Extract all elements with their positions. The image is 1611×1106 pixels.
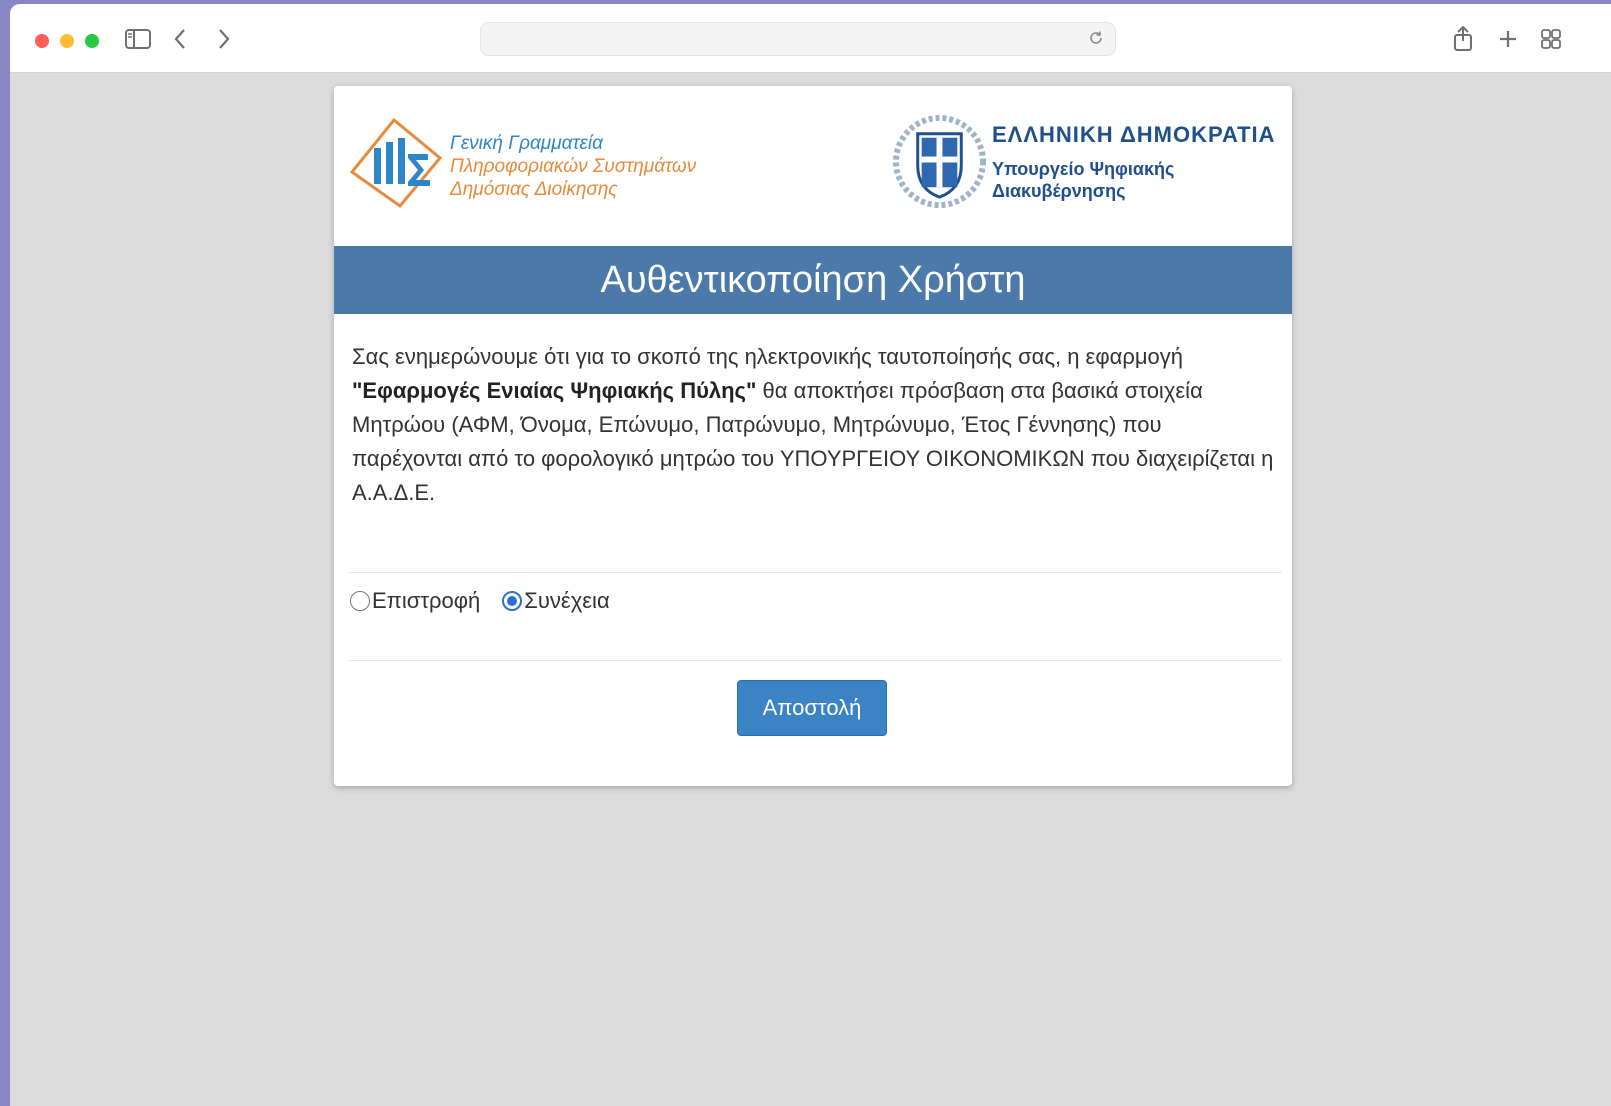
choice-return[interactable]: Επιστροφή bbox=[350, 588, 480, 614]
gspsd-logo-icon bbox=[349, 117, 443, 209]
minimize-window-button[interactable] bbox=[60, 34, 74, 48]
forward-icon[interactable] bbox=[212, 22, 236, 56]
app-name: "Εφαρμογές Ενιαίας Ψηφιακής Πύλης" bbox=[352, 378, 757, 403]
browser-toolbar bbox=[10, 4, 1611, 73]
close-window-button[interactable] bbox=[35, 34, 49, 48]
choice-return-label: Επιστροφή bbox=[372, 588, 481, 613]
authentication-card: Γενική Γραμματεία Πληροφοριακών Συστημάτ… bbox=[334, 86, 1292, 786]
radio-return[interactable] bbox=[350, 591, 370, 611]
tab-overview-icon[interactable] bbox=[1536, 22, 1566, 56]
ministry-line-2: Διακυβέρνησης bbox=[992, 181, 1126, 201]
org-line-2: Πληροφοριακών Συστημάτων bbox=[450, 156, 697, 177]
ministry-name: Υπουργείο Ψηφιακής Διακυβέρνησης bbox=[992, 158, 1174, 202]
ministry-line-1: Υπουργείο Ψηφιακής bbox=[992, 159, 1175, 179]
address-bar[interactable] bbox=[480, 22, 1116, 56]
hellenic-republic-branding: ΕΛΛΗΝΙΚΗ ΔΗΜΟΚΡΑΤΙΑ Υπουργείο Ψηφιακής Δ… bbox=[892, 114, 1292, 214]
republic-title: ΕΛΛΗΝΙΚΗ ΔΗΜΟΚΡΑΤΙΑ bbox=[992, 122, 1276, 147]
browser-window: Γενική Γραμματεία Πληροφοριακών Συστημάτ… bbox=[10, 4, 1611, 1106]
choice-continue[interactable]: Συνέχεια bbox=[502, 588, 610, 614]
gspsd-branding: Γενική Γραμματεία Πληροφοριακών Συστημάτ… bbox=[348, 116, 748, 216]
choice-group: Επιστροφή Συνέχεια bbox=[350, 586, 632, 616]
radio-continue[interactable] bbox=[502, 591, 523, 611]
back-icon[interactable] bbox=[168, 22, 192, 56]
choice-continue-label: Συνέχεια bbox=[524, 588, 610, 613]
page-title: Αυθεντικοποίηση Χρήστη bbox=[334, 246, 1292, 314]
org-line-1: Γενική Γραμματεία bbox=[450, 133, 603, 154]
divider bbox=[348, 572, 1282, 573]
new-tab-icon[interactable] bbox=[1493, 22, 1523, 56]
share-icon[interactable] bbox=[1448, 22, 1478, 56]
greek-emblem-icon bbox=[892, 114, 987, 209]
consent-message: Σας ενημερώνουμε ότι για το σκοπό της ηλ… bbox=[352, 340, 1277, 510]
org-line-3: Δημόσιας Διοίκησης bbox=[450, 179, 618, 200]
zoom-window-button[interactable] bbox=[85, 34, 99, 48]
message-intro: Σας ενημερώνουμε ότι για το σκοπό της ηλ… bbox=[352, 344, 1184, 369]
submit-button[interactable]: Αποστολή bbox=[737, 680, 887, 736]
divider bbox=[348, 660, 1282, 661]
sidebar-icon[interactable] bbox=[123, 22, 153, 56]
reload-icon[interactable] bbox=[1087, 30, 1105, 48]
